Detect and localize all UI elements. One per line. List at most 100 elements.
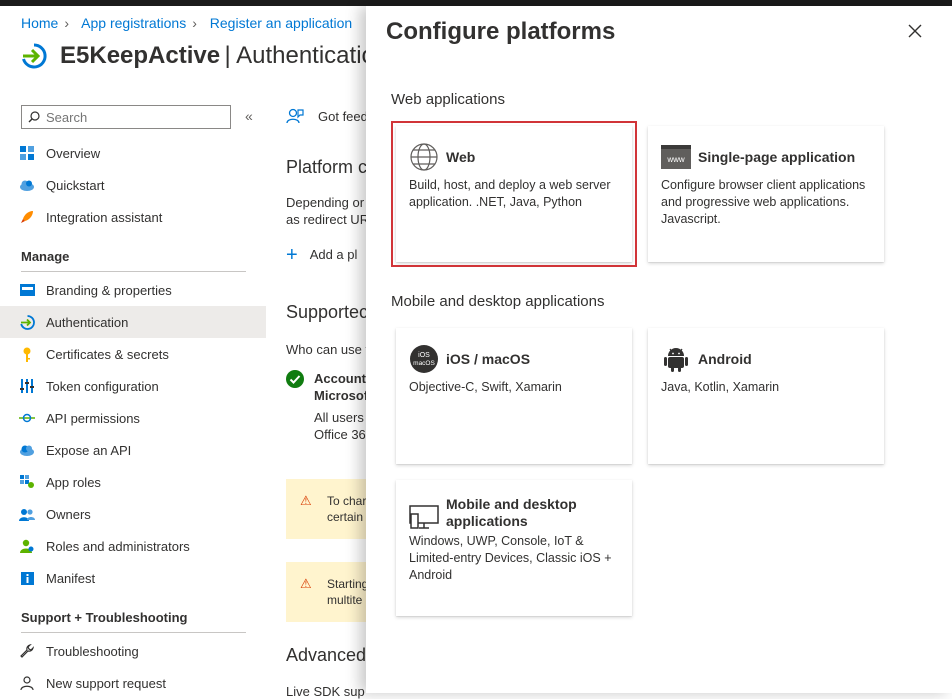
branding-icon bbox=[19, 282, 35, 298]
single-page-application-card[interactable]: www Single-page application Configure br… bbox=[648, 126, 884, 262]
sidebar-item-branding[interactable]: Branding & properties bbox=[0, 274, 266, 306]
android-icon bbox=[661, 344, 691, 374]
sidebar-item-authentication[interactable]: Authentication bbox=[0, 306, 266, 338]
ios-card-title: iOS / macOS bbox=[446, 350, 531, 367]
android-card-description: Java, Kotlin, Xamarin bbox=[661, 380, 780, 394]
sidebar-item-app-roles[interactable]: App roles bbox=[0, 466, 266, 498]
platform-heading: Platform c bbox=[286, 157, 368, 177]
auth-icon bbox=[19, 314, 35, 330]
macos-badge-text: macOS bbox=[413, 360, 435, 367]
mobile-desktop-heading: Mobile and desktop applications bbox=[391, 293, 605, 310]
www-badge-text: www bbox=[666, 155, 685, 164]
cloud-icon bbox=[19, 177, 35, 193]
sidebar-item-label: Certificates & secrets bbox=[46, 346, 169, 362]
breadcrumb-home[interactable]: Home bbox=[21, 15, 58, 31]
sidebar-item-expose-api[interactable]: Expose an API bbox=[0, 434, 266, 466]
page-title: E5KeepActive | Authenticatio bbox=[20, 42, 375, 70]
web-card-description: Build, host, and deploy a web server app… bbox=[409, 178, 611, 209]
sidebar-item-label: Authentication bbox=[46, 314, 129, 330]
platform-desc-line-1: Depending or bbox=[286, 195, 365, 210]
owners-icon bbox=[19, 506, 35, 522]
sidebar-item-label: App roles bbox=[46, 474, 101, 490]
web-platform-card[interactable]: Web Build, host, and deploy a web server… bbox=[391, 121, 637, 267]
api-icon bbox=[19, 410, 35, 426]
ios-macos-icon: iOS macOS bbox=[409, 344, 439, 374]
sidebar-item-manifest[interactable]: Manifest bbox=[0, 562, 266, 594]
ios-card-description: Objective-C, Swift, Xamarin bbox=[409, 380, 562, 394]
sidebar-item-label: Expose an API bbox=[46, 442, 132, 458]
ios-macos-card[interactable]: iOS macOS iOS / macOS Objective-C, Swift,… bbox=[396, 328, 632, 464]
warning-icon: ⚠ bbox=[300, 493, 312, 508]
android-card[interactable]: Android Java, Kotlin, Xamarin bbox=[648, 328, 884, 464]
sidebar-item-token-configuration[interactable]: Token configuration bbox=[0, 370, 266, 402]
sidebar-item-overview[interactable]: Overview bbox=[0, 137, 266, 169]
supported-heading: Supportec bbox=[286, 302, 369, 322]
person-icon bbox=[19, 675, 35, 691]
warning-icon: ⚠ bbox=[300, 576, 312, 591]
advanced-heading: Advanced bbox=[286, 645, 367, 665]
chevron-right-icon: › bbox=[192, 15, 197, 31]
chevron-right-icon: › bbox=[64, 15, 70, 31]
sidebar-item-new-support-request[interactable]: New support request bbox=[0, 667, 266, 699]
warning-text-2a: Starting bbox=[327, 577, 369, 591]
sidebar-item-owners[interactable]: Owners bbox=[0, 498, 266, 530]
ios-badge-text: iOS bbox=[418, 352, 430, 359]
warning-text-2b: multite bbox=[327, 593, 363, 607]
collapse-menu-icon[interactable]: « bbox=[245, 108, 253, 124]
android-card-title: Android bbox=[698, 350, 752, 367]
sidebar-item-label: Branding & properties bbox=[46, 282, 172, 298]
sidebar-item-troubleshooting[interactable]: Troubleshooting bbox=[0, 635, 266, 667]
sidebar-item-api-permissions[interactable]: API permissions bbox=[0, 402, 266, 434]
app-registration-icon bbox=[22, 43, 47, 69]
platform-desc-line-2: as redirect UR bbox=[286, 212, 370, 227]
mobile-desktop-card-description: Windows, UWP, Console, IoT & Limited-ent… bbox=[409, 534, 612, 582]
warning-banner-2: ⚠ bbox=[286, 562, 376, 622]
plus-icon: + bbox=[286, 243, 298, 266]
accounts-label-2: Microsoft bbox=[314, 388, 373, 403]
manage-heading: Manage bbox=[21, 249, 246, 272]
sidebar-item-roles-administrators[interactable]: Roles and administrators bbox=[0, 530, 266, 562]
roles-icon bbox=[19, 538, 35, 554]
who-can-use-text: Who can use t bbox=[286, 342, 370, 357]
browser-www-icon: www bbox=[661, 142, 691, 172]
office-text: Office 36 bbox=[314, 427, 366, 442]
feedback-label: Got feed bbox=[318, 108, 368, 124]
wrench-icon bbox=[19, 643, 35, 659]
mobile-desktop-card-title: Mobile and desktop applications bbox=[446, 496, 577, 529]
breadcrumb-app-registrations[interactable]: App registrations bbox=[81, 15, 186, 31]
check-circle-icon bbox=[286, 370, 304, 388]
feedback-button[interactable]: Got feed bbox=[286, 108, 368, 124]
app-section: | Authenticatio bbox=[224, 42, 375, 69]
warning-text-1a: To char bbox=[327, 494, 367, 508]
breadcrumb-register-application[interactable]: Register an application bbox=[210, 15, 352, 31]
mobile-desktop-card[interactable]: Mobile and desktop applications Windows,… bbox=[396, 480, 632, 616]
globe-icon bbox=[409, 142, 439, 172]
sidebar-item-integration-assistant[interactable]: Integration assistant bbox=[0, 201, 266, 233]
search-input[interactable] bbox=[46, 109, 216, 125]
sidebar-item-label: Troubleshooting bbox=[46, 643, 139, 659]
sidebar-item-label: New support request bbox=[46, 675, 166, 691]
manifest-icon bbox=[19, 570, 35, 586]
sidebar-item-quickstart[interactable]: Quickstart bbox=[0, 169, 266, 201]
feedback-icon bbox=[286, 108, 304, 124]
accounts-label-1: Accounts bbox=[314, 371, 374, 386]
warning-text-1b: certain bbox=[327, 510, 364, 524]
close-icon[interactable] bbox=[906, 22, 924, 40]
add-platform-button[interactable]: + Add a pl bbox=[286, 243, 358, 266]
sidebar-item-label: API permissions bbox=[46, 410, 140, 426]
live-sdk-text: Live SDK sup bbox=[286, 684, 365, 699]
sidebar-item-certificates[interactable]: Certificates & secrets bbox=[0, 338, 266, 370]
all-users-text: All users bbox=[314, 410, 364, 425]
search-box[interactable] bbox=[21, 105, 231, 129]
web-card-title: Web bbox=[446, 148, 476, 165]
app-roles-icon bbox=[19, 474, 35, 490]
warning-banner-1: ⚠ bbox=[286, 479, 376, 539]
sidebar-item-label: Owners bbox=[46, 506, 91, 522]
sidebar-item-label: Integration assistant bbox=[46, 209, 163, 225]
spa-card-title: Single-page application bbox=[698, 148, 856, 165]
sidebar-item-label: Overview bbox=[46, 145, 101, 161]
rocket-icon bbox=[19, 209, 35, 225]
add-platform-label: Add a pl bbox=[309, 247, 358, 262]
search-icon bbox=[28, 111, 40, 123]
sidebar-item-label: Token configuration bbox=[46, 378, 159, 394]
